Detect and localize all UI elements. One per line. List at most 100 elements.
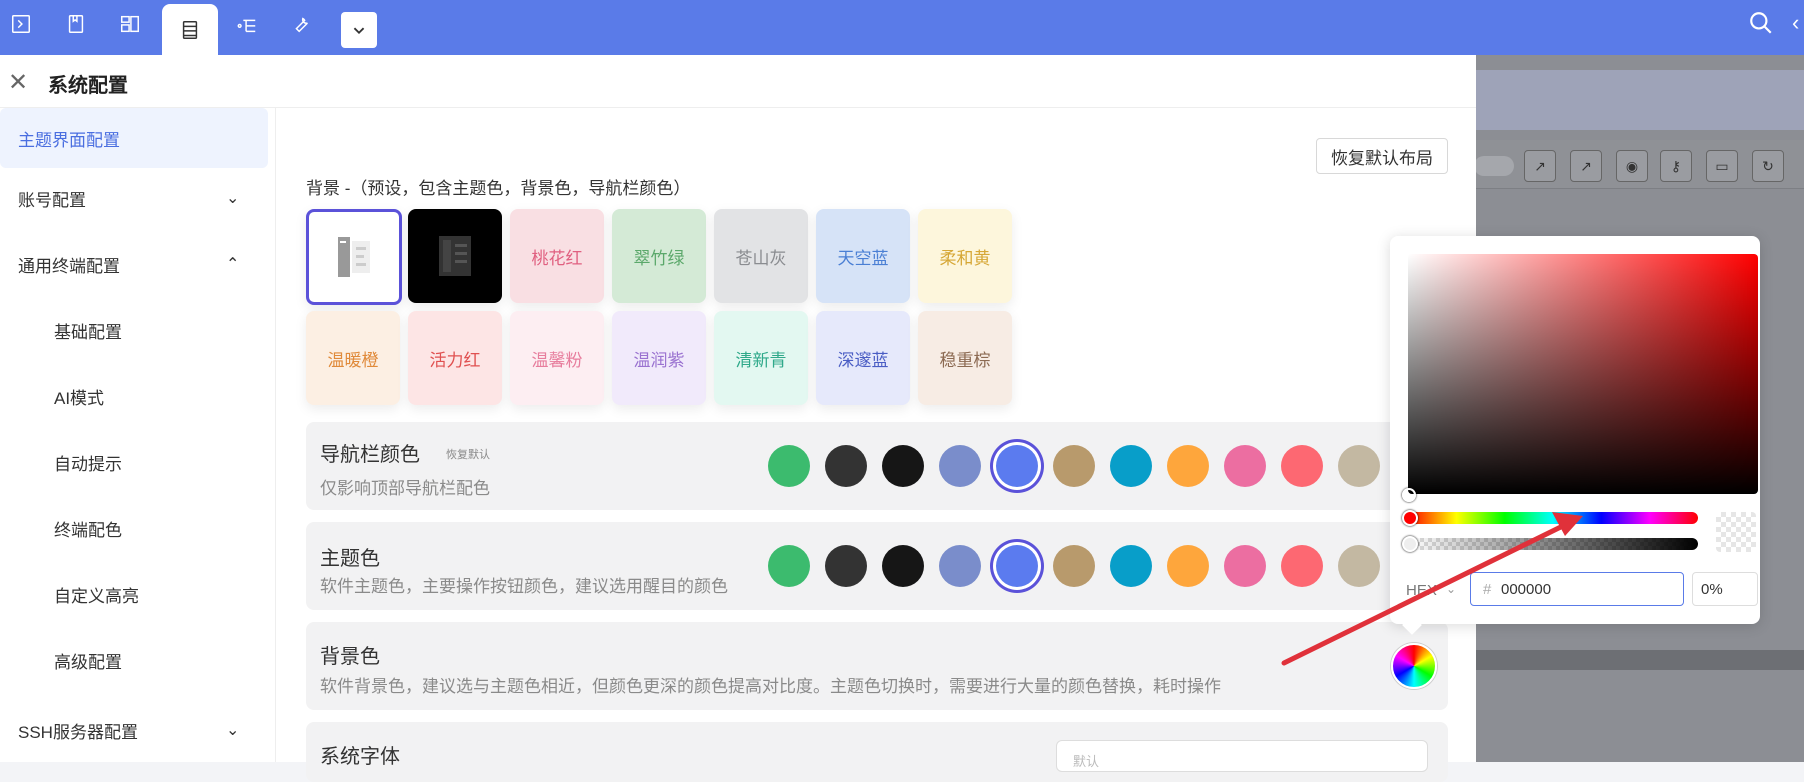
chevron-up-icon: ⌃ <box>226 256 240 273</box>
toggle-switch <box>1474 156 1514 176</box>
preset-vibrant-red[interactable]: 活力红 <box>408 311 502 405</box>
nav-color-row: 导航栏颜色 恢复默认 仅影响顶部导航栏配色 <box>306 422 1448 510</box>
main-color-swatch[interactable] <box>1110 545 1152 587</box>
alpha-slider[interactable] <box>1408 538 1698 550</box>
chevron-down-icon: ⌄ <box>226 722 240 739</box>
font-select[interactable]: 默认 <box>1056 740 1428 772</box>
sidebar-item-basic[interactable]: 基础配置 <box>0 300 270 360</box>
sidebar-item-label: 基础配置 <box>54 322 122 342</box>
top-nav-bar: ‹ <box>0 0 1804 55</box>
sidebar-item-terminal-colors[interactable]: 终端配色 <box>0 498 270 558</box>
preset-steady-brown[interactable]: 稳重棕 <box>918 311 1012 405</box>
main-color-title: 主题色 <box>320 548 380 570</box>
alpha-value: 0% <box>1701 581 1723 598</box>
main-color-swatch[interactable] <box>1167 545 1209 587</box>
sidebar-item-label: 自动提示 <box>54 454 122 474</box>
sidebar-item-label: AI模式 <box>54 388 105 408</box>
settings-sidebar: 主题界面配置 账号配置 ⌄ 通用终端配置 ⌃ 基础配置 AI模式 自动提示 终端… <box>0 108 276 762</box>
hex-input[interactable]: # 000000 <box>1470 572 1684 606</box>
preset-light[interactable] <box>306 209 402 305</box>
search-icon[interactable] <box>1748 10 1774 41</box>
main-color-swatch[interactable] <box>825 545 867 587</box>
nav-color-swatch[interactable] <box>1224 445 1266 487</box>
nav-color-swatch[interactable] <box>939 445 981 487</box>
nav-color-swatch[interactable] <box>1167 445 1209 487</box>
hue-slider[interactable] <box>1408 512 1698 524</box>
saturation-handle[interactable] <box>1402 488 1416 502</box>
preset-deep-blue[interactable]: 深邃蓝 <box>816 311 910 405</box>
chevron-down-icon[interactable]: ⌄ <box>1446 582 1456 596</box>
preset-mellow-purple[interactable]: 温润紫 <box>612 311 706 405</box>
color-wheel-button[interactable] <box>1391 643 1437 689</box>
preset-warm-orange[interactable]: 温暖橙 <box>306 311 400 405</box>
preset-cozy-pink[interactable]: 温馨粉 <box>510 311 604 405</box>
bg-color-desc: 软件背景色，建议选与主题色相近，但颜色更深的颜色提高对比度。主题色切换时，需要进… <box>320 677 1221 696</box>
preset-dark[interactable] <box>408 209 502 303</box>
nav-color-swatch[interactable] <box>1053 445 1095 487</box>
sidebar-item-label: 主题界面配置 <box>18 130 120 150</box>
sidebar-item-label: 终端配色 <box>54 520 122 540</box>
dark-layout-icon <box>439 236 471 276</box>
close-icon[interactable]: ✕ <box>8 68 28 97</box>
nav-color-restore-link[interactable]: 恢复默认 <box>446 446 490 462</box>
saturation-value-panel[interactable] <box>1408 254 1758 494</box>
wrench-icon[interactable] <box>283 6 319 42</box>
nav-color-swatch[interactable] <box>996 445 1038 487</box>
terminal-icon[interactable] <box>3 6 39 42</box>
sidebar-item-theme[interactable]: 主题界面配置 <box>0 108 268 168</box>
hue-handle[interactable] <box>1402 510 1418 526</box>
preset-soft-yellow[interactable]: 柔和黄 <box>918 209 1012 303</box>
hex-value: 000000 <box>1501 581 1552 598</box>
chevron-down-icon[interactable] <box>341 12 377 48</box>
bookmark-icon[interactable] <box>58 6 94 42</box>
color-preview <box>1716 512 1756 552</box>
preset-peach-red[interactable]: 桃花红 <box>510 209 604 303</box>
alpha-handle[interactable] <box>1402 536 1418 552</box>
background-app-strip <box>1476 70 1804 130</box>
nav-color-swatch[interactable] <box>882 445 924 487</box>
reset-layout-button[interactable]: 恢复默认布局 <box>1316 138 1448 174</box>
sidebar-item-ai[interactable]: AI模式 <box>0 366 270 426</box>
main-color-swatch[interactable] <box>1053 545 1095 587</box>
background-app-footer <box>1476 650 1804 670</box>
nav-color-swatch[interactable] <box>1338 445 1380 487</box>
nav-color-swatch[interactable] <box>768 445 810 487</box>
main-color-swatch[interactable] <box>939 545 981 587</box>
key-icon: ⚷ <box>1660 150 1692 182</box>
sidebar-item-highlight[interactable]: 自定义高亮 <box>0 564 270 624</box>
main-color-swatch[interactable] <box>882 545 924 587</box>
nav-color-swatch[interactable] <box>1281 445 1323 487</box>
sidebar-item-advanced[interactable]: 高级配置 <box>0 630 270 690</box>
sidebar-item-account[interactable]: 账号配置 ⌄ <box>0 168 270 228</box>
background-presets-label: 背景 -（预设，包含主题色，背景色，导航栏颜色） <box>306 179 691 198</box>
sidebar-item-label: 高级配置 <box>54 652 122 672</box>
alpha-input[interactable]: 0% <box>1692 572 1758 606</box>
nav-color-swatch[interactable] <box>1110 445 1152 487</box>
external-link-icon: ↗ <box>1524 150 1556 182</box>
server-icon[interactable] <box>162 4 218 55</box>
main-color-swatch[interactable] <box>768 545 810 587</box>
main-color-swatch[interactable] <box>1338 545 1380 587</box>
sidebar-item-ssh[interactable]: SSH服务器配置 ⌄ <box>0 700 270 760</box>
hash-symbol: # <box>1483 581 1492 598</box>
preset-fresh-cyan[interactable]: 清新青 <box>714 311 808 405</box>
hex-mode-label[interactable]: HEX <box>1406 582 1437 599</box>
light-layout-icon <box>338 237 370 277</box>
chevron-left-icon[interactable]: ‹ <box>1792 10 1799 36</box>
layout-icon[interactable] <box>112 6 148 42</box>
preset-bamboo-green[interactable]: 翠竹绿 <box>612 209 706 303</box>
nav-color-title: 导航栏颜色 <box>320 444 420 466</box>
preset-mountain-gray[interactable]: 苍山灰 <box>714 209 808 303</box>
share-icon[interactable] <box>229 6 265 42</box>
refresh-icon: ↻ <box>1752 150 1784 182</box>
main-color-swatch[interactable] <box>1224 545 1266 587</box>
sidebar-item-terminal[interactable]: 通用终端配置 ⌃ <box>0 234 270 294</box>
nav-color-swatch[interactable] <box>825 445 867 487</box>
main-color-swatch[interactable] <box>1281 545 1323 587</box>
main-color-swatch[interactable] <box>996 545 1038 587</box>
main-color-desc: 软件主题色，主要操作按钮颜色，建议选用醒目的颜色 <box>320 577 728 596</box>
sidebar-item-autocomplete[interactable]: 自动提示 <box>0 432 270 492</box>
bg-color-title: 背景色 <box>320 646 380 668</box>
preset-sky-blue[interactable]: 天空蓝 <box>816 209 910 303</box>
sidebar-item-label: 自定义高亮 <box>54 586 139 606</box>
